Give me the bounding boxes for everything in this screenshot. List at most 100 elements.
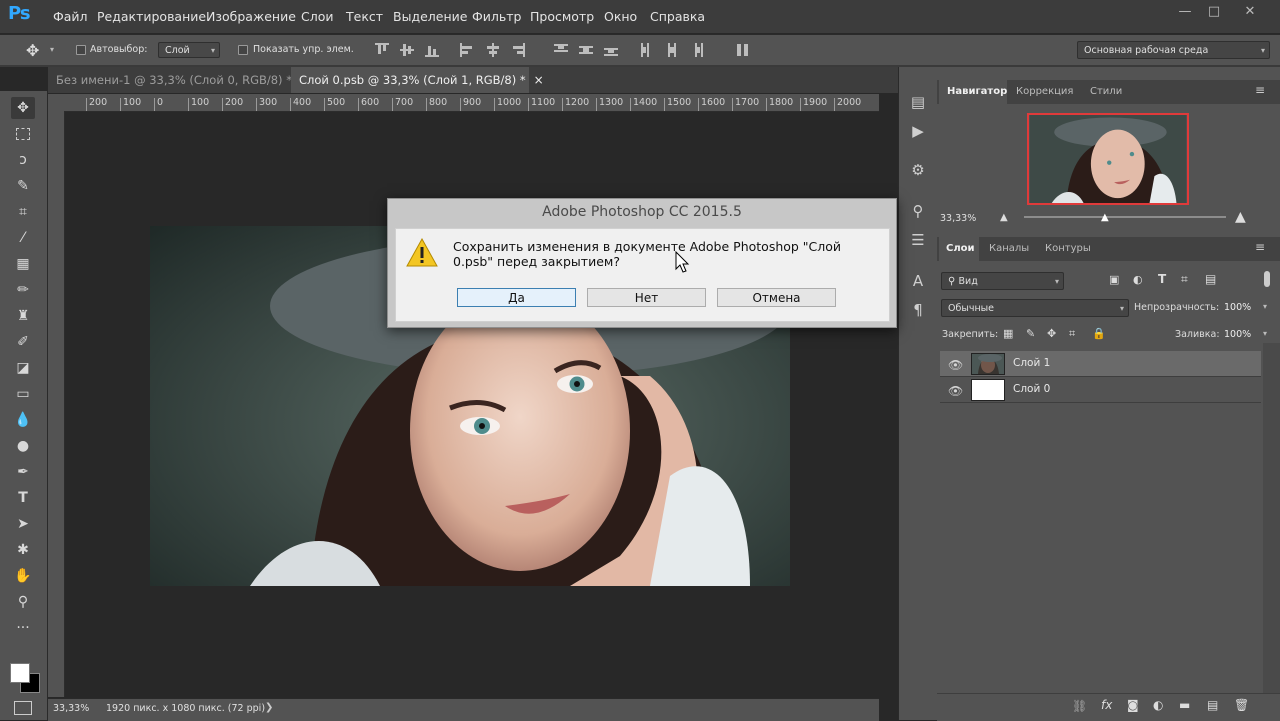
menu-edit[interactable]: Редактирование (97, 9, 206, 24)
zoom-slider-handle[interactable]: ▲ (1101, 212, 1109, 223)
opacity-value[interactable]: 100% (1224, 302, 1251, 313)
cancel-button[interactable]: Отмена (717, 288, 836, 307)
menu-view[interactable]: Просмотр (530, 9, 594, 24)
panel-menu-icon[interactable]: ≡ (1255, 240, 1265, 254)
lock-transparency-icon[interactable]: ▦ (1003, 327, 1013, 340)
filter-shape-icon[interactable]: ⌗ (1181, 272, 1188, 287)
shape-tool[interactable]: ✱ (11, 539, 35, 561)
more-tools-icon[interactable]: ··· (11, 617, 35, 639)
blend-mode-dropdown[interactable]: Обычные ▾ (941, 299, 1129, 317)
lock-all-icon[interactable]: 🔒 (1092, 327, 1106, 340)
chevron-down-icon[interactable]: ▾ (1263, 329, 1267, 338)
tab-layers[interactable]: Слои (946, 243, 975, 254)
move-tool[interactable]: ✥ (11, 97, 35, 119)
gradient-tool[interactable]: ▭ (11, 383, 35, 405)
actions-play-icon[interactable]: ▶ (909, 122, 927, 140)
align-right-icon[interactable] (511, 43, 525, 57)
clone-stamp-tool[interactable]: ♜ (11, 305, 35, 327)
quick-mask-icon[interactable] (14, 701, 32, 715)
filter-toggle[interactable] (1264, 271, 1270, 287)
new-group-icon[interactable]: ▬ (1179, 698, 1190, 712)
chevron-down-icon[interactable]: ▾ (50, 45, 54, 54)
brush-tool[interactable]: ✏ (11, 279, 35, 301)
foreground-color-swatch-top[interactable] (10, 663, 30, 683)
marquee-tool[interactable] (11, 123, 35, 145)
filter-type-icon[interactable]: T (1158, 272, 1166, 286)
autoselect-dropdown[interactable]: Слой ▾ (158, 42, 220, 58)
adjustments-icon[interactable]: ☰ (909, 231, 927, 249)
panel-menu-icon[interactable]: ≡ (1255, 83, 1265, 97)
hand-tool[interactable]: ✋ (11, 565, 35, 587)
layer-row-layer0[interactable]: 👁 Слой 0 (940, 377, 1261, 402)
chevron-down-icon[interactable]: ▾ (1263, 302, 1267, 311)
crop-tool[interactable]: ⌗ (11, 201, 35, 223)
eyedropper-tool[interactable]: ⁄ (11, 227, 35, 249)
visibility-eye-icon[interactable]: 👁 (948, 358, 963, 372)
zoom-out-icon[interactable]: ▲ (1000, 212, 1008, 223)
navigator-zoom[interactable]: 33,33% (940, 213, 976, 224)
vertical-ruler[interactable] (48, 111, 65, 697)
filter-adjustment-icon[interactable]: ◐ (1133, 273, 1143, 286)
lock-artboard-icon[interactable]: ⌗ (1069, 327, 1075, 341)
tab-navigator[interactable]: Навигатор (947, 86, 1007, 97)
align-vcenter-icon[interactable] (400, 43, 414, 57)
history-icon[interactable]: ▤ (909, 93, 927, 111)
auto-align-icon[interactable] (736, 43, 750, 57)
new-layer-icon[interactable]: ▤ (1207, 698, 1218, 712)
align-top-icon[interactable] (375, 43, 389, 57)
zoom-slider-track[interactable] (1024, 216, 1226, 218)
yes-button[interactable]: Да (457, 288, 576, 307)
distribute-bottom-icon[interactable] (604, 43, 618, 57)
path-selection-tool[interactable]: ➤ (11, 513, 35, 535)
maximize-button[interactable]: □ (1202, 4, 1226, 20)
menu-select[interactable]: Выделение (393, 9, 467, 24)
menu-help[interactable]: Справка (650, 9, 705, 24)
horizontal-ruler[interactable]: 200 100 0 100 200 300 400 500 600 700 80… (64, 94, 879, 112)
type-tool[interactable]: T (11, 487, 35, 509)
autoselect-checkbox[interactable] (76, 45, 86, 55)
close-window-button[interactable]: ✕ (1238, 4, 1262, 20)
tab-styles[interactable]: Стили (1090, 86, 1122, 97)
menu-window[interactable]: Окно (604, 9, 637, 24)
distribute-hcenter-icon[interactable] (665, 43, 679, 57)
brush-settings-icon[interactable]: ⚲ (909, 202, 927, 220)
chevron-right-icon[interactable]: ❯ (265, 702, 273, 713)
dodge-tool[interactable]: ● (11, 435, 35, 457)
menu-file[interactable]: Файл (53, 9, 88, 24)
add-mask-icon[interactable]: ◙ (1127, 698, 1139, 712)
pen-tool[interactable]: ✒ (11, 461, 35, 483)
no-button[interactable]: Нет (587, 288, 706, 307)
workspace-dropdown[interactable]: Основная рабочая среда ▾ (1077, 41, 1270, 59)
distribute-left-icon[interactable] (640, 43, 654, 57)
tab-document-2[interactable]: Слой 0.psb @ 33,3% (Слой 1, RGB/8) * × (291, 67, 544, 93)
menu-type[interactable]: Текст (346, 9, 383, 24)
visibility-eye-icon[interactable]: 👁 (948, 384, 963, 398)
align-bottom-icon[interactable] (425, 43, 439, 57)
quick-select-tool[interactable]: ✎ (11, 175, 35, 197)
lock-position-icon[interactable]: ✥ (1047, 327, 1056, 340)
tab-adjustments[interactable]: Коррекция (1016, 86, 1073, 97)
eraser-tool[interactable]: ◪ (11, 357, 35, 379)
align-left-icon[interactable] (460, 43, 474, 57)
fx-icon[interactable]: fx (1101, 698, 1112, 712)
filter-pixel-icon[interactable]: ▣ (1109, 273, 1119, 286)
character-icon[interactable]: A (909, 272, 927, 290)
tab-paths[interactable]: Контуры (1045, 243, 1091, 254)
new-adjustment-icon[interactable]: ◐ (1153, 698, 1163, 712)
tab-channels[interactable]: Каналы (989, 243, 1029, 254)
fill-value[interactable]: 100% (1224, 329, 1251, 340)
minimize-button[interactable]: — (1173, 4, 1197, 20)
distribute-right-icon[interactable] (690, 43, 704, 57)
zoom-level[interactable]: 33,33% (53, 703, 89, 714)
navigator-preview[interactable] (1027, 113, 1189, 205)
link-layers-icon[interactable]: ⛓ (1072, 699, 1087, 713)
lock-pixels-icon[interactable]: ✎ (1026, 327, 1035, 340)
blur-tool[interactable]: 💧 (11, 409, 35, 431)
layer-row-layer1[interactable]: 👁 Слой 1 (940, 351, 1261, 376)
move-tool-icon[interactable]: ✥ (26, 41, 39, 60)
layer-filter-dropdown[interactable]: ⚲ Вид ▾ (941, 272, 1064, 290)
healing-brush-tool[interactable]: ▦ (11, 253, 35, 275)
distribute-top-icon[interactable] (554, 43, 568, 57)
filter-smart-object-icon[interactable]: ▤ (1205, 272, 1216, 286)
trash-icon[interactable]: 🗑 (1234, 698, 1249, 712)
